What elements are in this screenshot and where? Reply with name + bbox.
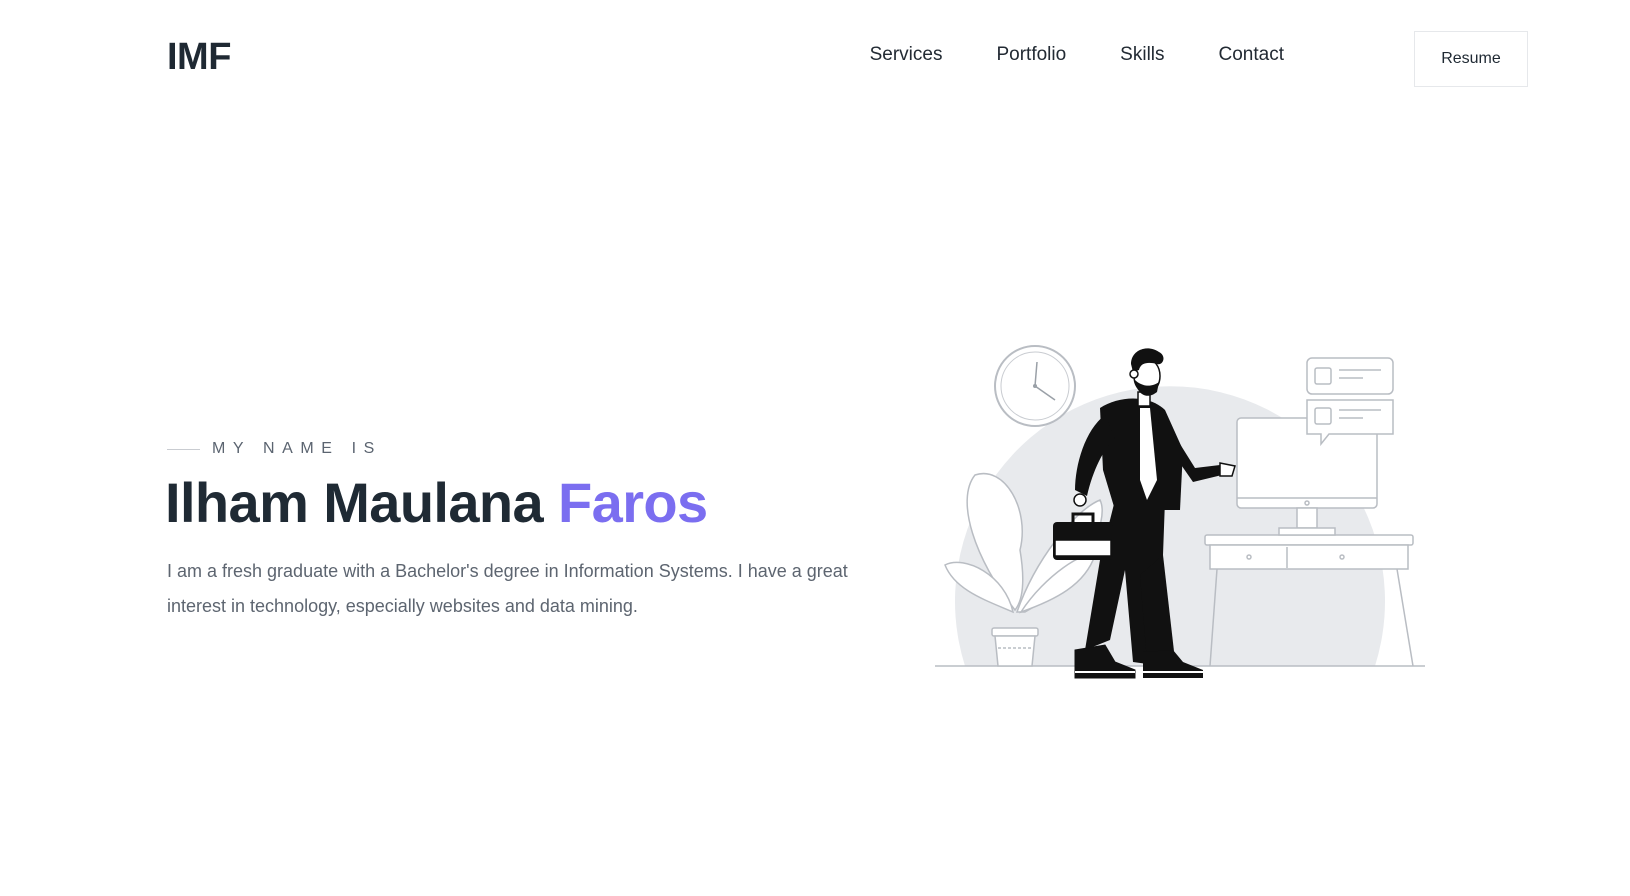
nav-link-portfolio[interactable]: Portfolio [996, 44, 1066, 66]
hero-name-main: Ilham Maulana [165, 471, 559, 534]
page: IMF Services Portfolio Skills Contact Re… [0, 0, 1630, 896]
eyebrow-text: MY NAME IS [212, 440, 382, 457]
nav-link-skills[interactable]: Skills [1120, 44, 1164, 66]
hero-name-heading: Ilham Maulana Faros [165, 470, 708, 535]
wall-clock-icon [994, 345, 1076, 427]
main-nav: Services Portfolio Skills Contact [870, 44, 1284, 66]
site-header: IMF Services Portfolio Skills Contact Re… [0, 0, 1630, 120]
chat-bubble-icon [1306, 357, 1394, 447]
hero-name-accent: Faros [558, 471, 708, 534]
resume-button[interactable]: Resume [1414, 31, 1528, 87]
nav-link-services[interactable]: Services [870, 44, 943, 66]
hero-description: I am a fresh graduate with a Bachelor's … [167, 561, 848, 616]
nav-link-contact[interactable]: Contact [1219, 44, 1284, 66]
eyebrow-divider [167, 448, 200, 450]
site-logo[interactable]: IMF [167, 36, 231, 79]
hero-illustration [935, 300, 1435, 720]
hero-eyebrow: MY NAME IS [167, 440, 382, 458]
